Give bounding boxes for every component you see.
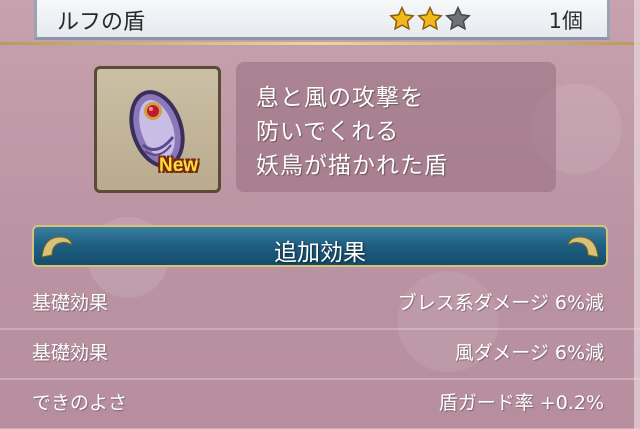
new-badge: New [159,155,199,176]
scroll-edge [634,0,640,429]
description-line: 息と風の攻撃を [256,85,424,111]
effect-row: 基礎効果 ブレス系ダメージ 6%減 [0,274,640,330]
section-banner: 追加効果 [32,225,608,267]
star-icon-filled [389,6,415,31]
header-divider [0,42,640,45]
item-description: 息と風の攻撃を 防いでくれる 妖鳥が描かれた盾 [236,62,556,192]
star-icon-filled [417,6,443,31]
item-name: ルフの盾 [57,10,146,35]
item-count: 1個 [548,9,583,33]
item-header: ルフの盾 1個 [34,0,610,40]
item-icon-frame[interactable]: New [94,66,221,193]
effect-value: ブレス系ダメージ 6%減 [397,292,604,314]
effect-label: できのよさ [32,392,128,414]
star-icon-empty [445,6,471,31]
ornament-icon [567,236,599,258]
effect-row: できのよさ 盾ガード率 +0.2% [0,374,640,429]
rarity-stars [389,6,471,32]
effect-value: 盾ガード率 +0.2% [438,392,604,414]
effect-label: 基礎効果 [32,342,109,364]
section-title: 追加効果 [274,240,366,266]
effect-label: 基礎効果 [32,292,109,314]
description-line: 防いでくれる [256,119,400,145]
effect-row: 基礎効果 風ダメージ 6%減 [0,324,640,380]
effect-value: 風ダメージ 6%減 [454,342,604,364]
description-line: 妖鳥が描かれた盾 [256,153,448,179]
